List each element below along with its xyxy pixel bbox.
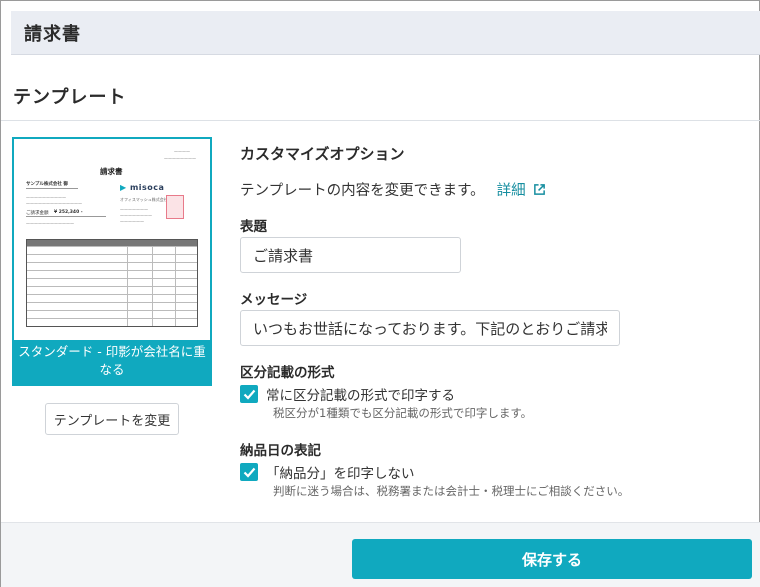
page-title: 請求書 xyxy=(24,23,81,45)
message-field-label: メッセージ xyxy=(240,292,308,308)
title-field-label: 表題 xyxy=(240,219,267,235)
checkmark-icon xyxy=(243,467,255,478)
section-divider xyxy=(1,120,760,121)
title-input[interactable] xyxy=(240,237,461,273)
description-text: テンプレートの内容を変更できます。 xyxy=(240,183,485,199)
details-link-label: 詳細 xyxy=(496,183,526,199)
preview-customer: サンプル株式会社 御 xyxy=(26,182,68,187)
preview-total-value: ¥ 252,340 - xyxy=(54,210,83,215)
template-caption: スタンダード - 印影が会社名に重なる xyxy=(18,344,206,377)
invoice-preview: ———— ———————— 請求書 サンプル株式会社 御 ▶ misoca ——… xyxy=(14,139,210,340)
delivery-date-label: 納品日の表記 xyxy=(240,443,321,459)
details-link[interactable]: 詳細 xyxy=(497,179,546,200)
tax-format-checkbox-row[interactable]: 常に区分記載の形式で印字する xyxy=(240,384,455,404)
message-input[interactable] xyxy=(240,310,620,346)
delivery-date-checkbox[interactable] xyxy=(240,463,258,481)
tax-format-label: 区分記載の形式 xyxy=(240,365,335,381)
preview-items-table xyxy=(26,239,198,327)
seal-stamp xyxy=(166,195,184,219)
delivery-date-checkbox-label: 「納品分」を印字しない xyxy=(266,466,415,482)
preview-issuer: オフィスマッシュ株式会社 xyxy=(120,197,168,202)
template-thumbnail-card[interactable]: ———— ———————— 請求書 サンプル株式会社 御 ▶ misoca ——… xyxy=(12,137,212,386)
delivery-date-checkbox-row[interactable]: 「納品分」を印字しない xyxy=(240,462,415,482)
external-link-icon xyxy=(533,184,545,195)
tax-format-checkbox-label: 常に区分記載の形式で印字する xyxy=(266,388,455,404)
tax-format-checkbox[interactable] xyxy=(240,385,258,403)
checkmark-icon xyxy=(243,389,255,400)
tax-format-help: 税区分が1種類でも区分記載の形式で印字します。 xyxy=(273,406,533,420)
delivery-date-help: 判断に迷う場合は、税務署または会計士・税理士にご相談ください。 xyxy=(273,484,630,498)
customize-options-heading: カスタマイズオプション xyxy=(240,145,405,163)
change-template-button[interactable]: テンプレートを変更 xyxy=(45,403,179,435)
preview-doc-title: 請求書 xyxy=(100,167,123,176)
template-section-title: テンプレート xyxy=(13,87,127,108)
preview-logo: ▶ misoca xyxy=(120,183,165,192)
save-button[interactable]: 保存する xyxy=(352,539,752,579)
page-header: 請求書 xyxy=(11,11,760,55)
customize-options-description: テンプレートの内容を変更できます。 詳細 xyxy=(240,179,546,200)
